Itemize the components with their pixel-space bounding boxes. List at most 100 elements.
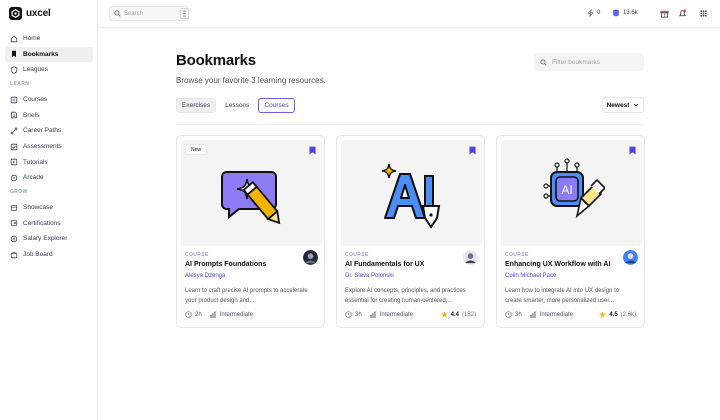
notification-bell-icon[interactable] — [678, 9, 687, 18]
course-level: Intermediate — [379, 311, 414, 318]
level-bars-icon — [209, 311, 216, 318]
course-title[interactable]: AI Prompts Foundations — [185, 261, 266, 268]
sidebar-item-showcase[interactable]: Showcase — [5, 200, 93, 216]
course-meta: 3h Intermediate — [505, 311, 573, 318]
course-meta: 2h Intermediate — [185, 311, 253, 318]
learn-section-title: LEARN — [10, 81, 30, 87]
level-bars-icon — [529, 311, 536, 318]
bookmark-icon[interactable] — [309, 146, 316, 155]
sidebar-item-arcade[interactable]: Arcade — [5, 170, 93, 186]
assessments-icon — [10, 143, 18, 150]
briefs-icon — [11, 112, 17, 119]
course-author[interactable]: Alesya Dzenga — [185, 273, 225, 279]
author-avatar — [623, 250, 638, 265]
clock-icon — [345, 311, 352, 318]
app: uxcel Home Bookmarks Leagues LEARN Cours… — [0, 0, 720, 420]
sidebar-item-job-board[interactable]: Job Board — [5, 247, 93, 263]
bookmark-icon[interactable] — [469, 146, 476, 155]
course-type-label: COURSE — [345, 252, 369, 258]
tutorials-icon — [10, 158, 18, 166]
sort-label: Newest — [606, 101, 630, 109]
course-thumbnail: AI — [501, 140, 642, 246]
top-header: Search 0 13.6k E — [98, 0, 720, 28]
course-description: Learn to craft precise AI prompts to acc… — [185, 288, 308, 304]
page-subtitle: Browse your favorite 3 learning resource… — [176, 76, 326, 85]
rating-value: 4.5 — [609, 311, 618, 318]
sidebar-item-bookmarks[interactable]: Bookmarks — [5, 46, 93, 63]
course-type-label: COURSE — [505, 252, 529, 258]
course-author[interactable]: Colin Michael Pace — [505, 273, 556, 279]
course-thumbnail: New — [181, 140, 322, 246]
tab-lessons[interactable]: Lessons — [219, 98, 255, 113]
review-count: (2.6k) — [620, 311, 636, 318]
course-card[interactable]: New COURSE AI Prompts Foundations Alesya… — [176, 135, 325, 328]
search-placeholder: Search — [124, 10, 144, 17]
sidebar-item-label: Tutorials — [23, 158, 48, 166]
sidebar-item-assessments[interactable]: Assessments — [5, 139, 93, 155]
course-title[interactable]: Enhancing UX Workflow with AI — [505, 261, 610, 268]
sidebar-nav: Home Bookmarks Leagues — [5, 31, 93, 78]
sidebar-item-label: Home — [23, 35, 41, 43]
course-rating: 4.4 (182) — [440, 311, 476, 318]
sidebar-item-label: Briefs — [23, 111, 40, 119]
streak-value: 0 — [597, 10, 601, 16]
bookmark-icon — [12, 51, 16, 58]
course-meta: 3h Intermediate — [345, 311, 413, 318]
grow-section-title: GROW — [10, 189, 28, 195]
sidebar-item-leagues[interactable]: Leagues — [5, 62, 93, 78]
tab-exercises[interactable]: Exercises — [176, 98, 217, 113]
sidebar-item-briefs[interactable]: Briefs — [5, 108, 93, 124]
grow-nav: Showcase Certifications Salary Explorer … — [5, 200, 93, 262]
shield-icon — [10, 66, 18, 74]
uxcel-logo-icon — [9, 7, 22, 20]
course-card[interactable]: AI COURSE Enhancing UX Workflow with AI … — [496, 135, 645, 328]
sidebar-item-label: Career Paths — [23, 127, 62, 135]
sidebar-item-label: Certifications — [23, 219, 61, 227]
sidebar-item-career-paths[interactable]: Career Paths — [5, 123, 93, 139]
gift-icon[interactable] — [660, 9, 669, 18]
course-duration: 3h — [515, 311, 522, 318]
sidebar-item-home[interactable]: Home — [5, 31, 93, 47]
sidebar-item-certifications[interactable]: Certifications — [5, 216, 93, 232]
xp-counter[interactable]: 13.6k — [612, 9, 638, 17]
ai-fundamentals-illustration — [381, 163, 441, 229]
tab-courses[interactable]: Courses — [258, 98, 295, 113]
keyboard-shortcut-icon — [180, 8, 189, 19]
rating-value: 4.4 — [450, 311, 459, 318]
salary-explorer-icon — [10, 235, 18, 243]
logo[interactable]: uxcel — [9, 7, 51, 20]
bookmark-icon[interactable] — [629, 146, 636, 155]
database-icon — [613, 9, 619, 17]
showcase-icon — [10, 204, 18, 211]
search-input[interactable]: Search — [109, 6, 189, 21]
course-description: Learn how to integrate AI into UX design… — [505, 288, 620, 304]
streak-counter[interactable]: 0 — [587, 9, 600, 17]
sidebar-item-salary-explorer[interactable]: Salary Explorer — [5, 231, 93, 247]
sidebar-item-tutorials[interactable]: Tutorials — [5, 154, 93, 170]
apps-grid-icon[interactable] — [699, 9, 708, 18]
sidebar-item-label: Courses — [23, 96, 48, 104]
course-thumbnail — [341, 140, 482, 246]
filter-bookmarks-input[interactable]: Filter bookmarks — [534, 53, 644, 71]
filter-placeholder: Filter bookmarks — [552, 58, 601, 66]
courses-icon — [10, 96, 18, 103]
search-icon — [540, 58, 547, 66]
sort-dropdown[interactable]: Newest — [602, 97, 644, 113]
star-icon — [599, 311, 606, 318]
course-rating: 4.5 (2.6k) — [599, 311, 636, 318]
course-author[interactable]: Dr. Slava Polonski — [345, 273, 394, 279]
level-bars-icon — [369, 311, 376, 318]
course-duration: 2h — [195, 311, 202, 318]
sidebar-item-label: Leagues — [23, 66, 48, 74]
home-icon — [10, 35, 18, 42]
clock-icon — [185, 311, 192, 318]
course-card[interactable]: COURSE AI Fundamentals for UX Dr. Slava … — [336, 135, 485, 328]
arcade-icon — [10, 174, 18, 181]
sidebar-item-label: Bookmarks — [23, 50, 59, 58]
sidebar-item-label: Showcase — [23, 204, 53, 212]
review-count: (182) — [461, 311, 476, 318]
course-title[interactable]: AI Fundamentals for UX — [345, 261, 424, 268]
divider — [176, 124, 644, 125]
sidebar-item-courses[interactable]: Courses — [5, 92, 93, 108]
ai-prompt-illustration — [221, 171, 281, 225]
